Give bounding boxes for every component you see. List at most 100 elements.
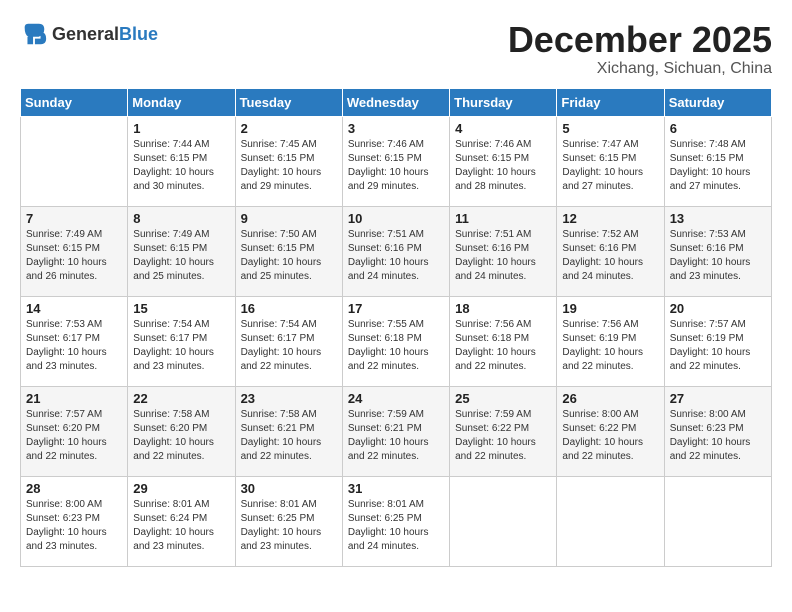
sunrise-text: Sunrise: 7:44 AM bbox=[133, 138, 229, 152]
sunset-text: Sunset: 6:15 PM bbox=[241, 152, 337, 166]
sunrise-text: Sunrise: 7:55 AM bbox=[348, 318, 444, 332]
day-info: Sunrise: 7:49 AMSunset: 6:15 PMDaylight:… bbox=[133, 228, 229, 284]
sunset-text: Sunset: 6:15 PM bbox=[562, 152, 658, 166]
day-info: Sunrise: 7:44 AMSunset: 6:15 PMDaylight:… bbox=[133, 138, 229, 194]
day-number: 12 bbox=[562, 211, 658, 226]
sunrise-text: Sunrise: 8:01 AM bbox=[133, 498, 229, 512]
calendar-cell: 9Sunrise: 7:50 AMSunset: 6:15 PMDaylight… bbox=[235, 206, 342, 296]
daylight-text: Daylight: 10 hoursand 28 minutes. bbox=[455, 166, 551, 194]
sunrise-text: Sunrise: 7:58 AM bbox=[133, 408, 229, 422]
sunset-text: Sunset: 6:16 PM bbox=[348, 242, 444, 256]
logo: GeneralBlue bbox=[20, 20, 158, 48]
daylight-text: Daylight: 10 hoursand 23 minutes. bbox=[133, 346, 229, 374]
sunset-text: Sunset: 6:18 PM bbox=[455, 332, 551, 346]
day-number: 8 bbox=[133, 211, 229, 226]
day-info: Sunrise: 8:00 AMSunset: 6:23 PMDaylight:… bbox=[26, 498, 122, 554]
day-number: 4 bbox=[455, 121, 551, 136]
day-info: Sunrise: 7:54 AMSunset: 6:17 PMDaylight:… bbox=[133, 318, 229, 374]
calendar-week-row: 14Sunrise: 7:53 AMSunset: 6:17 PMDayligh… bbox=[21, 296, 772, 386]
calendar-cell: 7Sunrise: 7:49 AMSunset: 6:15 PMDaylight… bbox=[21, 206, 128, 296]
calendar-cell: 23 Sunrise: 7:58 AMSunset: 6:21 PMDayligh… bbox=[235, 386, 342, 476]
sunrise-text: Sunrise: 7:48 AM bbox=[670, 138, 766, 152]
sunset-text: Sunset: 6:20 PM bbox=[26, 422, 122, 436]
daylight-text: Daylight: 10 hoursand 22 minutes. bbox=[562, 346, 658, 374]
sunset-text: Sunset: 6:15 PM bbox=[133, 152, 229, 166]
day-info: Sunrise: 7:57 AMSunset: 6:20 PMDaylight:… bbox=[26, 408, 122, 464]
daylight-text: Daylight: 10 hoursand 26 minutes. bbox=[26, 256, 122, 284]
sunset-text: Sunset: 6:17 PM bbox=[241, 332, 337, 346]
day-info: Sunrise: 7:46 AMSunset: 6:15 PMDaylight:… bbox=[455, 138, 551, 194]
daylight-text: Daylight: 10 hoursand 22 minutes. bbox=[670, 436, 766, 464]
daylight-text: Daylight: 10 hoursand 27 minutes. bbox=[670, 166, 766, 194]
sunset-text: Sunset: 6:24 PM bbox=[133, 512, 229, 526]
daylight-text: Daylight: 10 hoursand 23 minutes. bbox=[670, 256, 766, 284]
day-number: 1 bbox=[133, 121, 229, 136]
daylight-text: Daylight: 10 hoursand 29 minutes. bbox=[241, 166, 337, 194]
calendar-cell: 27Sunrise: 8:00 AMSunset: 6:23 PMDayligh… bbox=[664, 386, 771, 476]
daylight-text: Daylight: 10 hoursand 22 minutes. bbox=[348, 346, 444, 374]
day-number: 25 bbox=[455, 391, 551, 406]
calendar-week-row: 1Sunrise: 7:44 AMSunset: 6:15 PMDaylight… bbox=[21, 116, 772, 206]
calendar-cell: 28Sunrise: 8:00 AMSunset: 6:23 PMDayligh… bbox=[21, 476, 128, 566]
sunrise-text: Sunrise: 7:53 AM bbox=[26, 318, 122, 332]
day-info: Sunrise: 7:58 AMSunset: 6:21 PMDaylight:… bbox=[241, 408, 337, 464]
sunset-text: Sunset: 6:17 PM bbox=[133, 332, 229, 346]
title-block: December 2025 Xichang, Sichuan, China bbox=[508, 20, 772, 78]
sunset-text: Sunset: 6:20 PM bbox=[133, 422, 229, 436]
calendar-week-row: 21Sunrise: 7:57 AMSunset: 6:20 PMDayligh… bbox=[21, 386, 772, 476]
sunset-text: Sunset: 6:22 PM bbox=[562, 422, 658, 436]
sunrise-text: Sunrise: 7:54 AM bbox=[241, 318, 337, 332]
day-number: 31 bbox=[348, 481, 444, 496]
sunset-text: Sunset: 6:18 PM bbox=[348, 332, 444, 346]
calendar-cell: 18 Sunrise: 7:56 AMSunset: 6:18 PMDayligh… bbox=[450, 296, 557, 386]
daylight-text: Daylight: 10 hoursand 22 minutes. bbox=[455, 436, 551, 464]
day-number: 3 bbox=[348, 121, 444, 136]
sunset-text: Sunset: 6:21 PM bbox=[241, 422, 337, 436]
calendar-cell: 11Sunrise: 7:51 AMSunset: 6:16 PMDayligh… bbox=[450, 206, 557, 296]
day-info: Sunrise: 7:51 AMSunset: 6:16 PMDaylight:… bbox=[348, 228, 444, 284]
calendar-cell: 20Sunrise: 7:57 AMSunset: 6:19 PMDayligh… bbox=[664, 296, 771, 386]
day-number: 18 bbox=[455, 301, 551, 316]
sunrise-text: Sunrise: 7:50 AM bbox=[241, 228, 337, 242]
sunrise-text: Sunrise: 7:46 AM bbox=[348, 138, 444, 152]
day-info: Sunrise: 8:01 AMSunset: 6:25 PMDaylight:… bbox=[348, 498, 444, 554]
sunset-text: Sunset: 6:25 PM bbox=[348, 512, 444, 526]
sunrise-text: Sunrise: 7:47 AM bbox=[562, 138, 658, 152]
sunrise-text: Sunrise: 7:56 AM bbox=[455, 318, 551, 332]
daylight-text: Daylight: 10 hoursand 22 minutes. bbox=[455, 346, 551, 374]
daylight-text: Daylight: 10 hoursand 23 minutes. bbox=[133, 526, 229, 554]
day-number: 6 bbox=[670, 121, 766, 136]
sunset-text: Sunset: 6:16 PM bbox=[455, 242, 551, 256]
day-number: 17 bbox=[348, 301, 444, 316]
day-info: Sunrise: 8:01 AMSunset: 6:24 PMDaylight:… bbox=[133, 498, 229, 554]
sunrise-text: Sunrise: 7:49 AM bbox=[133, 228, 229, 242]
daylight-text: Daylight: 10 hoursand 22 minutes. bbox=[348, 436, 444, 464]
day-number: 16 bbox=[241, 301, 337, 316]
calendar-cell: 1 Sunrise: 7:44 AMSunset: 6:15 PMDaylight… bbox=[128, 116, 235, 206]
day-info: Sunrise: 7:51 AMSunset: 6:16 PMDaylight:… bbox=[455, 228, 551, 284]
logo-icon bbox=[20, 20, 48, 48]
calendar-cell bbox=[557, 476, 664, 566]
calendar-cell bbox=[450, 476, 557, 566]
daylight-text: Daylight: 10 hoursand 24 minutes. bbox=[348, 256, 444, 284]
calendar-cell: 30Sunrise: 8:01 AMSunset: 6:25 PMDayligh… bbox=[235, 476, 342, 566]
calendar-cell: 22Sunrise: 7:58 AMSunset: 6:20 PMDayligh… bbox=[128, 386, 235, 476]
calendar-cell: 6Sunrise: 7:48 AMSunset: 6:15 PMDaylight… bbox=[664, 116, 771, 206]
sunrise-text: Sunrise: 7:54 AM bbox=[133, 318, 229, 332]
day-number: 22 bbox=[133, 391, 229, 406]
sunrise-text: Sunrise: 7:57 AM bbox=[26, 408, 122, 422]
day-info: Sunrise: 7:56 AMSunset: 6:19 PMDaylight:… bbox=[562, 318, 658, 374]
sunset-text: Sunset: 6:25 PM bbox=[241, 512, 337, 526]
sunrise-text: Sunrise: 8:01 AM bbox=[241, 498, 337, 512]
sunrise-text: Sunrise: 8:00 AM bbox=[670, 408, 766, 422]
day-number: 15 bbox=[133, 301, 229, 316]
logo-text: GeneralBlue bbox=[52, 24, 158, 45]
day-number: 29 bbox=[133, 481, 229, 496]
day-info: Sunrise: 7:45 AMSunset: 6:15 PMDaylight:… bbox=[241, 138, 337, 194]
day-info: Sunrise: 7:54 AMSunset: 6:17 PMDaylight:… bbox=[241, 318, 337, 374]
day-info: Sunrise: 7:50 AMSunset: 6:15 PMDaylight:… bbox=[241, 228, 337, 284]
daylight-text: Daylight: 10 hoursand 25 minutes. bbox=[241, 256, 337, 284]
day-number: 23 bbox=[241, 391, 337, 406]
day-info: Sunrise: 7:47 AMSunset: 6:15 PMDaylight:… bbox=[562, 138, 658, 194]
daylight-text: Daylight: 10 hoursand 22 minutes. bbox=[562, 436, 658, 464]
